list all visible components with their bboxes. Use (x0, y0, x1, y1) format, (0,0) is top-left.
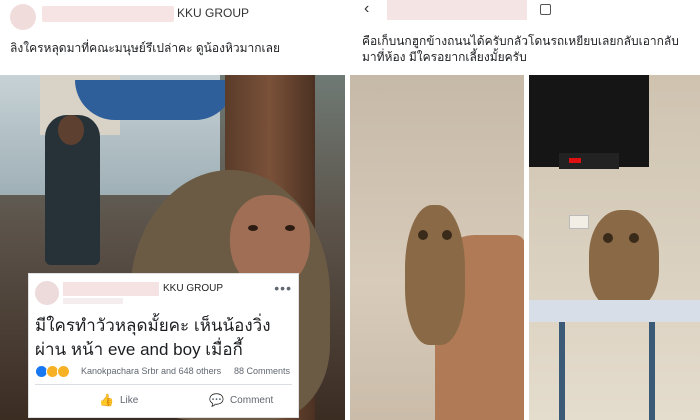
blurred-username (42, 6, 174, 22)
comments-count[interactable]: 88 Comments (234, 366, 290, 376)
blurred-avatar (35, 281, 59, 305)
privacy-icon (540, 4, 551, 15)
like-label: Like (119, 394, 139, 406)
blurred-avatar (10, 4, 36, 30)
owl-in-hand-photo[interactable] (350, 75, 524, 420)
reactors-summary[interactable]: Kanokpachara Srbr and 648 others (81, 366, 221, 376)
owl-on-ironing-board-photo[interactable] (529, 75, 700, 420)
more-dots-icon[interactable]: ••• (274, 280, 292, 296)
embedded-post-card[interactable]: KKU GROUP ••• มีใครทำวัวหลุดมั้ยคะ เห็นน… (28, 273, 299, 418)
group-name[interactable]: KKU GROUP (163, 283, 223, 294)
comment-button[interactable]: 💬 Comment (209, 390, 273, 410)
post-caption: คือเก็บนกฮูกข้างถนนได้ครับกลัวโดนรถเหยีย… (362, 34, 679, 64)
comment-label: Comment (229, 394, 274, 406)
left-post-header: KKU GROUP (0, 0, 345, 36)
blurred-timestamp (63, 298, 123, 304)
group-name[interactable]: KKU GROUP (177, 6, 249, 20)
post-caption: ลิงใครหลุดมาที่คณะมนุษย์รึเปล่าคะ ดูน้อง… (10, 41, 280, 55)
left-post: KKU GROUP ลิงใครหลุดมาที่คณะมนุษย์รึเปล่… (0, 0, 345, 420)
embedded-post-text: มีใครทำวัวหลุดมั้ยคะ เห็นน้องวิ่งผ่าน หน… (35, 316, 271, 359)
reaction-icons[interactable] (35, 365, 70, 379)
back-arrow-icon[interactable]: ‹ (364, 0, 369, 18)
comment-icon: 💬 (209, 393, 224, 407)
like-button[interactable]: 👍 Like (99, 390, 138, 410)
wow-reaction-icon (57, 365, 70, 378)
blurred-username (387, 0, 527, 20)
blurred-username (63, 282, 159, 296)
right-post: ‹ คือเก็บนกฮูกข้างถนนได้ครับกลัวโดนรถเหย… (350, 0, 700, 420)
thumbs-up-icon: 👍 (99, 393, 114, 407)
divider (35, 384, 292, 385)
